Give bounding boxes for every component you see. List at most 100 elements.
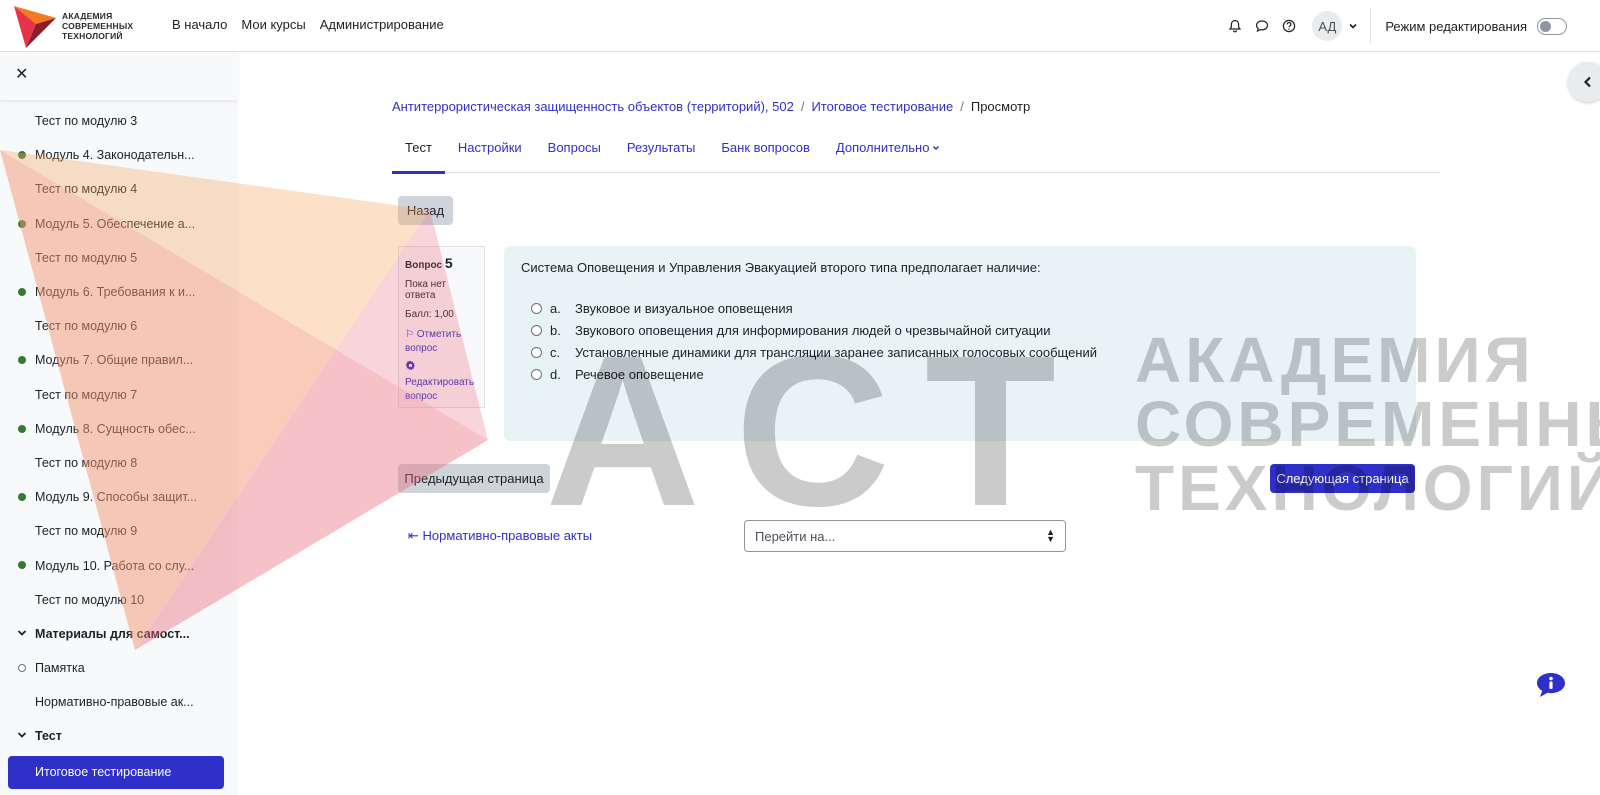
completion-dot-icon xyxy=(18,561,26,570)
sidebar-item-label: Тест по модулю 7 xyxy=(35,387,138,402)
close-icon[interactable]: ✕ xyxy=(15,67,29,83)
sidebar-item[interactable]: Тест по модулю 5 xyxy=(0,241,232,275)
edit-mode-toggle[interactable] xyxy=(1537,17,1567,35)
sidebar-item[interactable]: Модуль 4. Законодательн... xyxy=(0,138,232,172)
tab-test[interactable]: Тест xyxy=(392,126,445,174)
drawer-header: ✕ xyxy=(0,52,238,100)
sidebar-item[interactable]: Нормативно-правовые ак... xyxy=(0,685,232,719)
tab-results[interactable]: Результаты xyxy=(614,126,708,173)
sidebar-item-label: Модуль 4. Законодательн... xyxy=(35,148,195,163)
answer-radio[interactable] xyxy=(531,346,542,358)
sidebar-item[interactable]: Тест по модулю 3 xyxy=(0,104,232,138)
completion-dot-icon xyxy=(18,151,26,160)
sidebar-item-label: Тест по модулю 6 xyxy=(35,319,138,334)
logo-text: АКАДЕМИЯ СОВРЕМЕННЫХ ТЕХНОЛОГИЙ xyxy=(62,11,134,41)
sidebar-item[interactable]: Памятка xyxy=(0,651,232,685)
question-number: Вопрос 5 xyxy=(405,255,478,271)
top-navbar: АКАДЕМИЯ СОВРЕМЕННЫХ ТЕХНОЛОГИЙ В начало… xyxy=(0,0,1600,52)
chevron-down-icon[interactable] xyxy=(17,628,27,638)
breadcrumb-course-link[interactable]: Антитеррористическая защищенность объект… xyxy=(392,99,794,114)
sidebar-item-label: Тест xyxy=(35,729,62,744)
sidebar-item-active[interactable]: Итоговое тестирование xyxy=(8,755,224,789)
info-chat-bubble-icon[interactable] xyxy=(1535,671,1567,699)
sidebar-item[interactable]: Модуль 7. Общие правил... xyxy=(0,343,232,377)
answer-list: a. Звуковое и визуальное оповещения b. Звук… xyxy=(521,297,1399,385)
sidebar-item[interactable]: Модуль 9. Способы защит... xyxy=(0,480,232,514)
chevron-left-icon xyxy=(1583,76,1591,88)
tab-more[interactable]: Дополнительно xyxy=(823,126,954,173)
sidebar-item[interactable]: Тест по модулю 4 xyxy=(0,172,232,206)
nav-home-link[interactable]: В начало xyxy=(172,17,227,32)
breadcrumb-separator: / xyxy=(800,99,805,114)
sidebar-item-label: Модуль 7. Общие правил... xyxy=(35,353,194,368)
user-avatar[interactable]: АД xyxy=(1312,11,1343,41)
sidebar-item-label: Модуль 9. Способы защит... xyxy=(35,490,198,505)
answer-letter: c. xyxy=(550,344,561,360)
answer-text: Установленные динамики для трансляции за… xyxy=(575,344,1098,360)
next-page-button[interactable]: Следующая страница xyxy=(1270,464,1415,493)
secondary-navigation-tabs: Тест Настройки Вопросы Результаты Банк в… xyxy=(392,126,1440,174)
sidebar-item[interactable]: Тест по модулю 8 xyxy=(0,446,232,480)
answer-text: Речевое оповещение xyxy=(575,366,704,382)
tab-settings[interactable]: Настройки xyxy=(445,126,535,173)
flag-question-link[interactable]: ⚐ Отметить вопрос xyxy=(405,328,478,356)
sidebar-item-label: Тест по модулю 5 xyxy=(35,250,138,265)
answer-radio[interactable] xyxy=(531,368,542,380)
answer-letter: a. xyxy=(550,300,561,316)
answer-option[interactable]: c. Установленные динамики для трансляции … xyxy=(521,341,1399,363)
answer-letter: d. xyxy=(550,366,561,382)
answer-text: Звукового оповещения для информирования … xyxy=(575,322,1051,338)
previous-page-button[interactable]: Предыдущая страница xyxy=(398,464,550,493)
question-info-panel: Вопрос 5 Пока нет ответа Балл: 1,00 ⚐ От… xyxy=(398,246,485,408)
answer-option[interactable]: b. Звукового оповещения для информировани… xyxy=(521,319,1399,341)
breadcrumb-current: Просмотр xyxy=(970,99,1031,114)
question-grade: Балл: 1,00 xyxy=(405,309,454,320)
jump-to-select[interactable]: Перейти на... ▲ ▼ xyxy=(744,520,1066,552)
answer-option[interactable]: d. Речевое оповещение xyxy=(521,363,1399,385)
answer-option[interactable]: a. Звуковое и визуальное оповещения xyxy=(521,297,1399,319)
sidebar-item[interactable]: Модуль 5. Обеспечение а... xyxy=(0,207,232,241)
sidebar-item-label: Тест по модулю 9 xyxy=(35,524,138,539)
sidebar-item[interactable]: Модуль 6. Требования к и... xyxy=(0,275,232,309)
navbar-divider xyxy=(1370,8,1372,44)
breadcrumb-quiz-link[interactable]: Итоговое тестирование xyxy=(811,99,953,114)
help-icon[interactable] xyxy=(1281,18,1297,34)
sidebar-item[interactable]: Тест по модулю 6 xyxy=(0,309,232,343)
block-drawer-toggle[interactable] xyxy=(1568,62,1600,102)
chat-icon[interactable] xyxy=(1254,18,1270,34)
back-button[interactable]: Назад xyxy=(398,196,453,225)
sidebar-item[interactable]: Тест по модулю 7 xyxy=(0,378,232,412)
answer-radio[interactable] xyxy=(531,302,542,314)
question-text: Система Оповещения и Управления Эвакуаци… xyxy=(521,260,1041,275)
sidebar-item-label: Модуль 5. Обеспечение а... xyxy=(35,216,196,231)
sidebar-item[interactable]: Тест по модулю 10 xyxy=(0,583,232,617)
sidebar-section[interactable]: Материалы для самост... xyxy=(0,617,232,651)
sidebar-section[interactable]: Тест xyxy=(0,719,232,753)
previous-activity-link[interactable]: ⇤ Нормативно-правовые акты xyxy=(408,528,592,544)
edit-question-link[interactable]: Редактировать вопрос xyxy=(405,376,478,404)
sidebar-item[interactable]: Тест по модулю 9 xyxy=(0,514,232,548)
sidebar-item-label: Итоговое тестирование xyxy=(35,765,172,780)
nav-admin-link[interactable]: Администрирование xyxy=(320,17,444,32)
gear-icon[interactable] xyxy=(405,360,478,374)
site-logo[interactable]: АКАДЕМИЯ СОВРЕМЕННЫХ ТЕХНОЛОГИЙ xyxy=(12,4,142,48)
chevron-down-icon[interactable] xyxy=(1348,21,1358,31)
sidebar-item-label: Тест по модулю 10 xyxy=(35,592,145,607)
sidebar-item[interactable]: Модуль 8. Сущность обес... xyxy=(0,412,232,446)
nav-my-courses-link[interactable]: Мои курсы xyxy=(241,17,305,32)
bell-icon[interactable] xyxy=(1227,18,1243,34)
completion-dot-icon xyxy=(18,219,26,228)
chevron-down-icon xyxy=(932,140,940,155)
course-index-list: Тест по модулю 3 Модуль 4. Законодательн.… xyxy=(0,104,232,791)
answer-radio[interactable] xyxy=(531,324,542,336)
chevron-down-icon[interactable] xyxy=(17,730,27,740)
incomplete-dot-icon xyxy=(18,664,26,672)
select-arrows-icon: ▲ ▼ xyxy=(1046,527,1055,544)
sidebar-item[interactable]: Модуль 10. Работа со слу... xyxy=(0,548,232,582)
arrow-left-icon: ⇤ xyxy=(408,528,419,543)
tab-questions[interactable]: Вопросы xyxy=(535,126,614,173)
course-index-drawer: ✕ Тест по модулю 3 Модуль 4. Законодатель… xyxy=(0,52,238,795)
question-content: Система Оповещения и Управления Эвакуаци… xyxy=(504,246,1416,441)
sidebar-item-label: Памятка xyxy=(35,661,85,676)
tab-question-bank[interactable]: Банк вопросов xyxy=(708,126,823,173)
